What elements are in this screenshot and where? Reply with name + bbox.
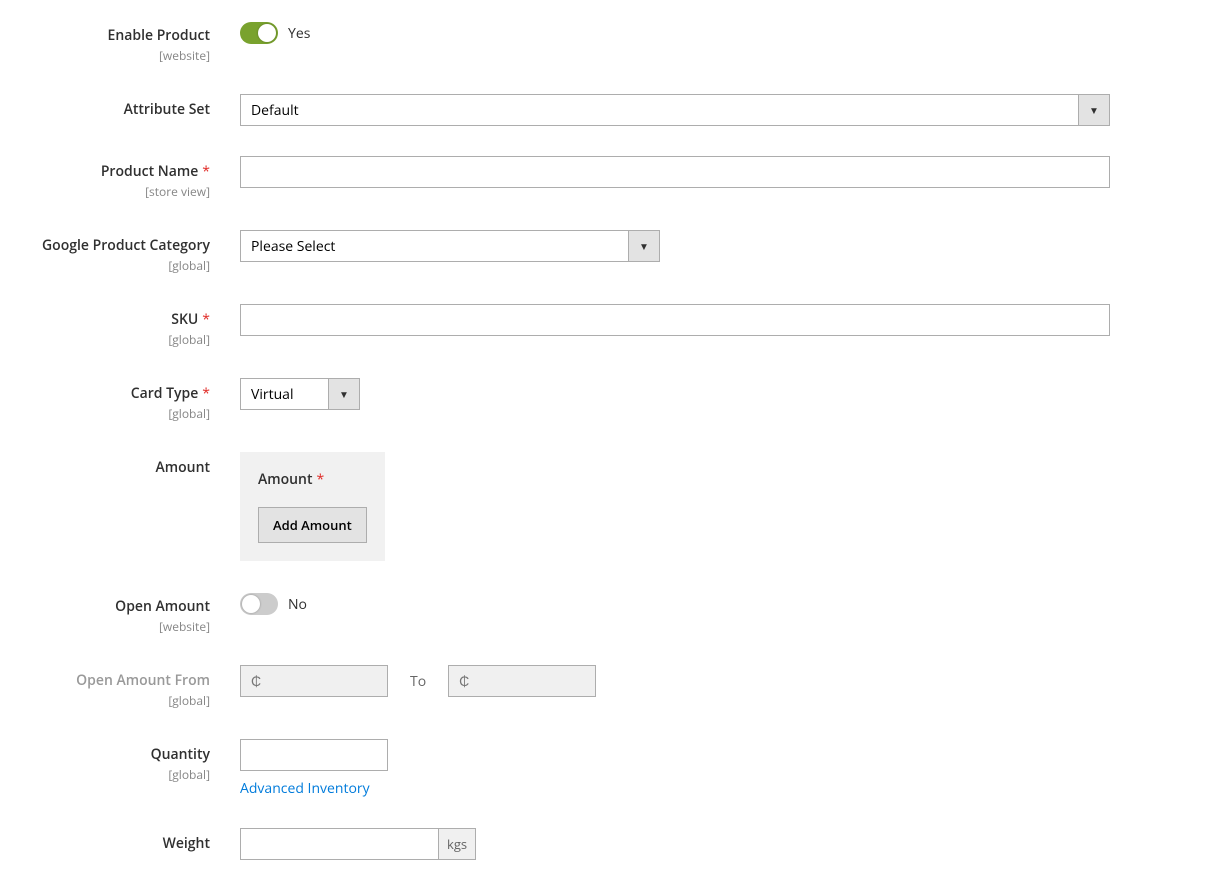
weight-unit: kgs — [439, 828, 476, 860]
required-icon: * — [202, 310, 210, 329]
open-amount-from-input — [240, 665, 388, 697]
product-name-label: Product Name — [101, 162, 198, 181]
card-type-select[interactable]: ▼ — [240, 378, 360, 410]
open-amount-to-input — [448, 665, 596, 697]
quantity-label: Quantity — [40, 745, 210, 764]
google-category-label: Google Product Category — [42, 236, 210, 255]
amount-label: Amount — [156, 458, 210, 477]
required-icon: * — [316, 470, 324, 489]
weight-input[interactable] — [240, 828, 439, 860]
chevron-down-icon[interactable]: ▼ — [328, 378, 360, 410]
required-icon: * — [202, 384, 210, 403]
enable-product-toggle[interactable] — [240, 22, 278, 44]
card-type-label: Card Type — [131, 384, 199, 403]
product-name-scope: [store view] — [40, 183, 210, 200]
google-category-select[interactable]: ▼ — [240, 230, 660, 262]
weight-label: Weight — [40, 834, 210, 853]
card-type-value[interactable] — [240, 378, 328, 410]
attribute-set-label: Attribute Set — [124, 100, 210, 119]
open-amount-label: Open Amount — [40, 597, 210, 616]
google-category-scope: [global] — [40, 257, 210, 274]
amount-box: Amount* Add Amount — [240, 452, 385, 561]
open-amount-to-label: To — [410, 672, 426, 691]
enable-product-label: Enable Product — [40, 26, 210, 45]
enable-product-toggle-text: Yes — [288, 24, 310, 43]
product-name-input[interactable] — [240, 156, 1110, 188]
google-category-value[interactable] — [240, 230, 628, 262]
open-amount-from-label: Open Amount From — [40, 671, 210, 690]
quantity-scope: [global] — [40, 766, 210, 783]
enable-product-scope: [website] — [40, 47, 210, 64]
attribute-set-select[interactable]: ▼ — [240, 94, 1110, 126]
sku-scope: [global] — [40, 331, 210, 348]
required-icon: * — [202, 162, 210, 181]
sku-input[interactable] — [240, 304, 1110, 336]
add-amount-button[interactable]: Add Amount — [258, 507, 367, 543]
open-amount-toggle-text: No — [288, 595, 307, 614]
open-amount-toggle[interactable] — [240, 593, 278, 615]
attribute-set-value[interactable] — [240, 94, 1078, 126]
chevron-down-icon[interactable]: ▼ — [628, 230, 660, 262]
open-amount-from-scope: [global] — [40, 692, 210, 709]
card-type-scope: [global] — [40, 405, 210, 422]
quantity-input[interactable] — [240, 739, 388, 771]
open-amount-scope: [website] — [40, 618, 210, 635]
amount-header-text: Amount — [258, 470, 312, 489]
chevron-down-icon[interactable]: ▼ — [1078, 94, 1110, 126]
sku-label: SKU — [171, 310, 198, 329]
advanced-inventory-link[interactable]: Advanced Inventory — [240, 779, 370, 798]
